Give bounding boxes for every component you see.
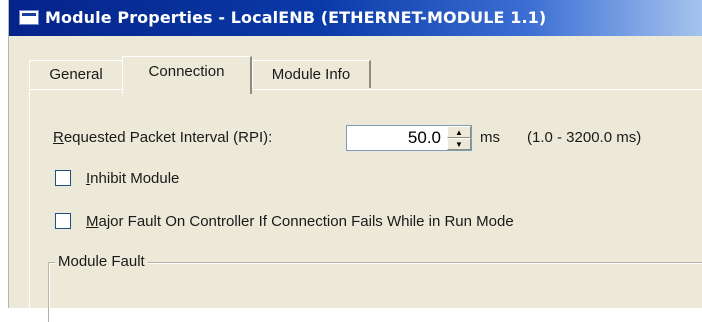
module-fault-groupbox bbox=[48, 262, 702, 322]
tab-connection[interactable]: Connection bbox=[122, 56, 252, 94]
window-title: Module Properties - LocalENB (ETHERNET-M… bbox=[45, 8, 547, 27]
rpi-spinner[interactable]: ▲ ▼ bbox=[447, 126, 471, 150]
tab-general-label: General bbox=[49, 66, 103, 83]
tab-connection-label: Connection bbox=[148, 63, 225, 80]
module-fault-legend: Module Fault bbox=[55, 253, 148, 270]
rpi-label: Requested Packet Interval (RPI): bbox=[53, 129, 272, 146]
major-fault-text: ajor Fault On Controller If Connection F… bbox=[98, 213, 514, 230]
inhibit-text: nhibit Module bbox=[90, 170, 180, 187]
spin-down-icon: ▼ bbox=[455, 139, 463, 149]
tab-strip: General Connection Module Info bbox=[9, 44, 702, 94]
rpi-label-accel: R bbox=[53, 129, 64, 146]
major-fault-label[interactable]: Major Fault On Controller If Connection … bbox=[86, 213, 514, 230]
rpi-unit-label: ms bbox=[480, 129, 500, 146]
inhibit-module-label[interactable]: Inhibit Module bbox=[86, 170, 179, 187]
rpi-label-text: equested Packet Interval (RPI): bbox=[63, 129, 273, 146]
rpi-range-label: (1.0 - 3200.0 ms) bbox=[527, 129, 642, 146]
tab-module-info[interactable]: Module Info bbox=[252, 60, 371, 88]
tab-general[interactable]: General bbox=[29, 60, 122, 88]
tab-module-info-label: Module Info bbox=[271, 66, 351, 83]
major-fault-accel: M bbox=[86, 213, 99, 230]
spin-down-button[interactable]: ▼ bbox=[447, 138, 471, 150]
inhibit-module-checkbox[interactable] bbox=[55, 170, 71, 186]
spin-up-icon: ▲ bbox=[455, 127, 463, 137]
window-icon bbox=[19, 10, 39, 25]
title-bar[interactable]: Module Properties - LocalENB (ETHERNET-M… bbox=[9, 0, 702, 36]
major-fault-checkbox[interactable] bbox=[55, 213, 71, 229]
spin-up-button[interactable]: ▲ bbox=[447, 126, 471, 138]
